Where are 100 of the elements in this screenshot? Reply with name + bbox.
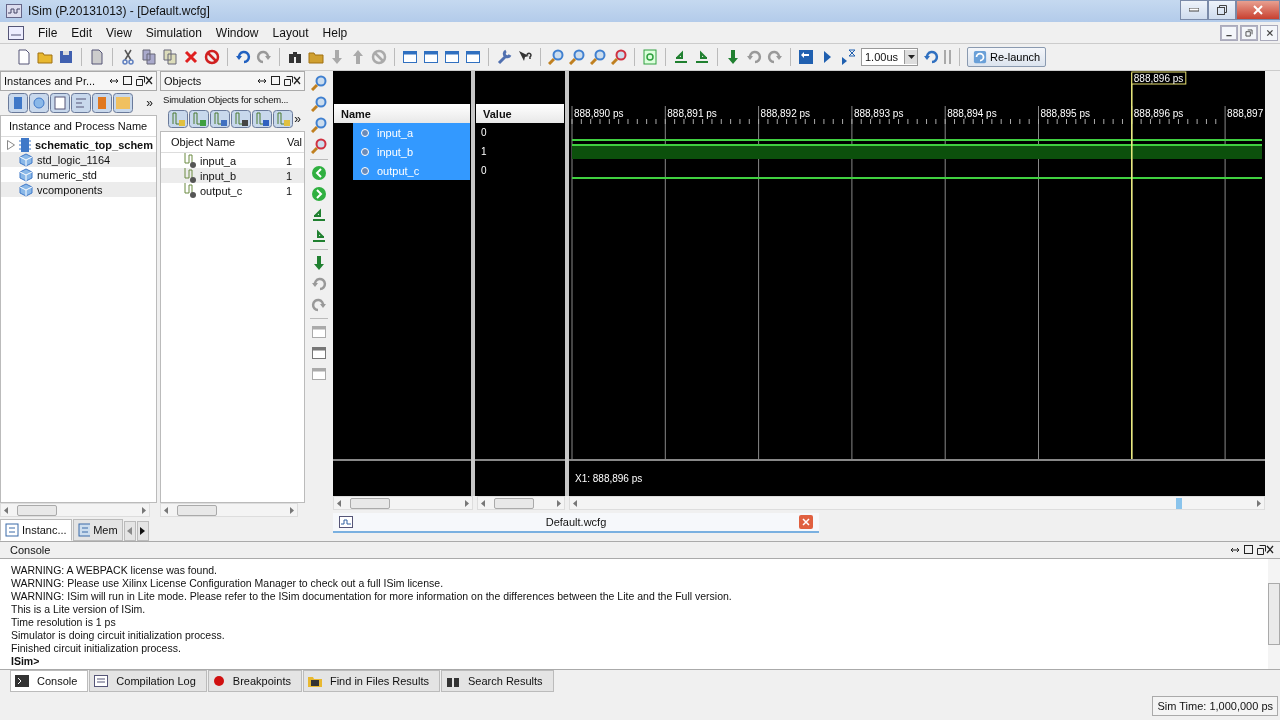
console-tab[interactable]: Compilation Log — [89, 670, 207, 692]
panel-tab[interactable]: Mem — [72, 519, 123, 541]
close-icon[interactable] — [1260, 24, 1278, 41]
console-tab[interactable]: Console — [10, 670, 89, 692]
zoom-fit-icon[interactable] — [590, 49, 606, 65]
scroll-left-icon[interactable] — [164, 506, 168, 514]
zoom-in-icon[interactable] — [548, 49, 564, 65]
signal-filter-icon[interactable] — [252, 110, 272, 128]
maximize-button[interactable] — [1208, 0, 1236, 20]
minimize-icon[interactable] — [1220, 24, 1238, 41]
panel-controls-icon[interactable] — [109, 76, 153, 86]
scroll-right-icon[interactable] — [557, 499, 561, 507]
scroll-right-icon[interactable] — [465, 499, 469, 507]
zoom-out-icon[interactable] — [311, 96, 327, 112]
cancel-icon[interactable] — [371, 49, 387, 65]
cut-icon[interactable] — [120, 49, 136, 65]
step-down-icon[interactable] — [311, 255, 327, 271]
scroll-left-icon[interactable] — [481, 499, 485, 507]
column-header[interactable]: Name — [334, 104, 470, 123]
more-tools-button[interactable]: » — [146, 96, 157, 110]
copy-icon[interactable] — [141, 49, 157, 65]
zoom-in-icon[interactable] — [311, 75, 327, 91]
tree-item[interactable]: schematic_top_schem — [1, 137, 156, 152]
scroll-left-icon[interactable] — [4, 506, 8, 514]
open-folder-icon[interactable] — [37, 49, 53, 65]
console-prompt[interactable]: ISim> — [11, 655, 1268, 668]
scroll-thumb[interactable] — [1176, 497, 1182, 509]
horizontal-scrollbar[interactable] — [569, 496, 1265, 510]
relaunch-button[interactable]: Re-launch — [967, 47, 1047, 67]
close-button[interactable] — [1236, 0, 1280, 20]
menu-item[interactable]: Help — [322, 25, 348, 40]
console-tab[interactable]: Breakpoints — [207, 670, 302, 692]
print-icon[interactable] — [89, 49, 105, 65]
menu-item[interactable]: Edit — [71, 25, 93, 40]
next-edge-icon[interactable] — [311, 186, 327, 202]
undo-icon[interactable] — [235, 49, 251, 65]
window-icon[interactable] — [444, 49, 460, 65]
pause-icon[interactable] — [944, 50, 952, 64]
object-name[interactable]: input_a — [200, 154, 283, 167]
chip-icon[interactable] — [8, 93, 28, 113]
chip-icon[interactable] — [92, 93, 112, 113]
find-folder-icon[interactable] — [308, 49, 324, 65]
horizontal-scrollbar[interactable] — [477, 496, 565, 510]
scroll-right-icon[interactable] — [142, 506, 146, 514]
down-arrow-icon[interactable] — [329, 49, 345, 65]
step-down-icon[interactable] — [725, 49, 741, 65]
list-icon[interactable] — [50, 93, 70, 113]
menu-item[interactable]: Simulation — [145, 25, 202, 40]
menu-item[interactable]: Layout — [272, 25, 309, 40]
menu-item[interactable]: View — [106, 25, 132, 40]
paste-icon[interactable] — [162, 49, 178, 65]
more-tools-button[interactable]: » — [294, 112, 305, 126]
panel-controls-icon[interactable] — [1230, 545, 1274, 555]
console-tab[interactable]: Search Results — [441, 670, 554, 692]
zoom-fit-icon[interactable] — [311, 117, 327, 133]
horizontal-scrollbar[interactable] — [160, 503, 298, 517]
delete-icon[interactable] — [183, 49, 199, 65]
redo-icon[interactable] — [256, 49, 272, 65]
zoom-marker-icon[interactable] — [311, 138, 327, 154]
binoculars-icon[interactable] — [287, 49, 303, 65]
close-icon[interactable] — [799, 515, 813, 529]
new-file-icon[interactable] — [16, 49, 32, 65]
console-tab[interactable]: Find in Files Results — [302, 670, 440, 692]
horizontal-scrollbar[interactable] — [0, 503, 150, 517]
previous-edge-icon[interactable] — [311, 165, 327, 181]
signal-filter-icon[interactable] — [189, 110, 209, 128]
horizontal-scrollbar[interactable] — [333, 496, 473, 510]
object-name[interactable]: input_b — [200, 169, 283, 182]
editor-tab[interactable]: Default.wcfg — [333, 513, 819, 533]
panel-tab[interactable]: Instanc... — [0, 519, 72, 541]
object-name[interactable]: output_c — [200, 184, 283, 197]
menu-item[interactable]: File — [38, 25, 58, 40]
menu-item[interactable]: Window — [215, 25, 259, 40]
refresh-icon[interactable] — [642, 49, 658, 65]
zoom-out-icon[interactable] — [569, 49, 585, 65]
scroll-right-button[interactable] — [136, 521, 149, 541]
column-header[interactable]: Instance and Process Name — [1, 116, 156, 137]
scroll-right-icon[interactable] — [290, 506, 294, 514]
cube-icon[interactable] — [29, 93, 49, 113]
scroll-right-icon[interactable] — [1257, 499, 1261, 507]
signal-filter-icon[interactable] — [231, 110, 251, 128]
signal-filter-icon[interactable] — [273, 110, 293, 128]
zoom-marker-icon[interactable] — [611, 49, 627, 65]
restore-icon[interactable] — [1240, 24, 1258, 41]
column-header[interactable]: Val — [286, 136, 302, 148]
column-header[interactable]: Object Name — [171, 136, 236, 148]
tree-item[interactable]: numeric_std — [1, 167, 156, 182]
signal-filter-icon[interactable] — [210, 110, 230, 128]
tree-item[interactable]: std_logic_1164 — [1, 152, 156, 167]
stop-icon[interactable] — [204, 49, 220, 65]
wrench-icon[interactable] — [496, 49, 512, 65]
panel-controls-icon[interactable] — [257, 76, 301, 86]
scroll-left-icon[interactable] — [337, 499, 341, 507]
run-time-dropdown[interactable]: 1.00us — [861, 48, 918, 66]
up-arrow-icon[interactable] — [350, 49, 366, 65]
tree-item[interactable]: vcomponents — [1, 182, 156, 197]
vertical-scrollbar[interactable] — [1268, 559, 1280, 669]
column-header[interactable]: Value — [476, 104, 564, 123]
save-icon[interactable] — [58, 49, 74, 65]
signal-filter-icon[interactable] — [168, 110, 188, 128]
